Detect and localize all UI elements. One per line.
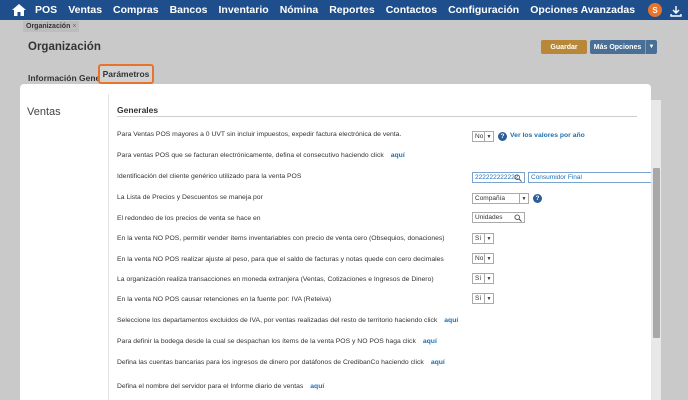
- redondeo-input[interactable]: Unidades: [472, 212, 525, 223]
- close-icon[interactable]: ×: [72, 23, 76, 30]
- page-title: Organización: [28, 41, 101, 53]
- row-label: Defina el nombre del servidor para el In…: [117, 383, 324, 390]
- nav-inventario[interactable]: Inventario: [219, 4, 269, 16]
- row-label: Seleccione los departamentos excluidos d…: [117, 317, 458, 324]
- help-icon[interactable]: ?: [498, 132, 507, 141]
- row-label: En la venta NO POS causar retenciones en…: [117, 296, 332, 303]
- row-label: En la venta NO POS realizar ajuste al pe…: [117, 256, 444, 263]
- select-value: No: [475, 133, 484, 140]
- aqui-link[interactable]: aquí: [423, 338, 437, 345]
- scrollbar-thumb[interactable]: [653, 168, 660, 338]
- nav-bancos[interactable]: Bancos: [170, 4, 208, 16]
- chevron-down-icon[interactable]: ▼: [645, 40, 657, 54]
- ver-valores-link[interactable]: Ver los valores por año: [510, 132, 585, 139]
- nav-reportes[interactable]: Reportes: [329, 4, 375, 16]
- document-tab-label: Organización: [26, 23, 71, 30]
- row-label-text: Defina las cuentas bancarias para los in…: [117, 359, 424, 366]
- input-value: Consumidor Final: [531, 174, 582, 181]
- row-label: Para Ventas POS mayores a 0 UVT sin incl…: [117, 131, 402, 138]
- aqui-link[interactable]: aquí: [444, 317, 458, 324]
- side-title: Ventas: [27, 106, 61, 118]
- select-value: No: [475, 255, 484, 262]
- row-label: Identificación del cliente genérico util…: [117, 173, 302, 180]
- moneda-extranjera-select[interactable]: Sí ▼: [472, 273, 494, 284]
- lista-precios-select[interactable]: Compañía ▼: [472, 193, 529, 204]
- search-icon[interactable]: [514, 174, 522, 182]
- parameters-modal: Ventas Generales Para Ventas POS mayores…: [20, 84, 651, 400]
- ajuste-peso-select[interactable]: No ▼: [472, 253, 494, 264]
- row-label: La Lista de Precios y Descuentos se mane…: [117, 194, 263, 201]
- row-label: En la venta NO POS, permitir vender ítem…: [117, 235, 445, 242]
- row-label-text: Defina el nombre del servidor para el In…: [117, 383, 304, 390]
- chevron-down-icon: ▼: [484, 274, 493, 283]
- divider: [117, 116, 637, 117]
- search-icon[interactable]: [514, 214, 522, 222]
- top-nav: POS Ventas Compras Bancos Inventario Nóm…: [0, 0, 688, 20]
- chevron-down-icon: ▼: [519, 194, 528, 203]
- nav-compras[interactable]: Compras: [113, 4, 159, 16]
- avatar[interactable]: S: [648, 3, 662, 17]
- pos-uvt-select[interactable]: No ▼: [472, 131, 494, 142]
- section-title: Generales: [117, 105, 159, 115]
- precio-cero-select[interactable]: Sí ▼: [472, 233, 494, 244]
- select-value: Sí: [475, 235, 482, 242]
- chevron-down-icon: ▼: [484, 234, 493, 243]
- row-label: Para ventas POS que se facturan electrón…: [117, 152, 405, 159]
- chevron-down-icon: ▼: [484, 294, 493, 303]
- aqui-link[interactable]: aquí: [431, 359, 445, 366]
- nav-contactos[interactable]: Contactos: [386, 4, 437, 16]
- select-value: Sí: [475, 275, 482, 282]
- row-label: El redondeo de los precios de venta se h…: [117, 215, 261, 222]
- more-options-button[interactable]: Más Opciones ▼: [590, 40, 657, 54]
- reteiva-select[interactable]: Sí ▼: [472, 293, 494, 304]
- input-value: Unidades: [475, 214, 503, 221]
- aqui-link[interactable]: aquí: [310, 383, 324, 390]
- nav-nomina[interactable]: Nómina: [280, 4, 319, 16]
- home-icon[interactable]: [11, 3, 27, 17]
- divider: [108, 94, 109, 400]
- row-label: Para definir la bodega desde la cual se …: [117, 338, 437, 345]
- cliente-nombre-input[interactable]: Consumidor Final: [528, 172, 651, 183]
- row-label-text: Seleccione los departamentos excluidos d…: [117, 317, 438, 324]
- nav-pos[interactable]: POS: [35, 4, 57, 16]
- help-icon[interactable]: ?: [533, 194, 542, 203]
- document-tab[interactable]: Organización ×: [23, 21, 80, 32]
- nav-opciones-avanzadas[interactable]: Opciones Avanzadas: [530, 4, 635, 16]
- input-value: 222222222222: [475, 174, 519, 181]
- chevron-down-icon: ▼: [484, 254, 493, 263]
- nav-configuracion[interactable]: Configuración: [448, 4, 519, 16]
- row-label: La organización realiza transacciones en…: [117, 276, 434, 283]
- tab-parametros[interactable]: Parámetros: [98, 64, 154, 84]
- row-label-text: Para ventas POS que se facturan electrón…: [117, 152, 384, 159]
- row-label-text: Para definir la bodega desde la cual se …: [117, 338, 416, 345]
- aqui-link[interactable]: aquí: [391, 152, 405, 159]
- select-value: Compañía: [475, 195, 505, 202]
- chevron-down-icon: ▼: [484, 132, 493, 141]
- select-value: Sí: [475, 295, 482, 302]
- cliente-id-input[interactable]: 222222222222: [472, 172, 525, 183]
- row-label: Defina las cuentas bancarias para los in…: [117, 359, 445, 366]
- download-icon[interactable]: [670, 4, 682, 17]
- nav-ventas[interactable]: Ventas: [68, 4, 102, 16]
- save-button[interactable]: Guardar: [541, 40, 587, 54]
- more-options-label: Más Opciones: [593, 43, 642, 51]
